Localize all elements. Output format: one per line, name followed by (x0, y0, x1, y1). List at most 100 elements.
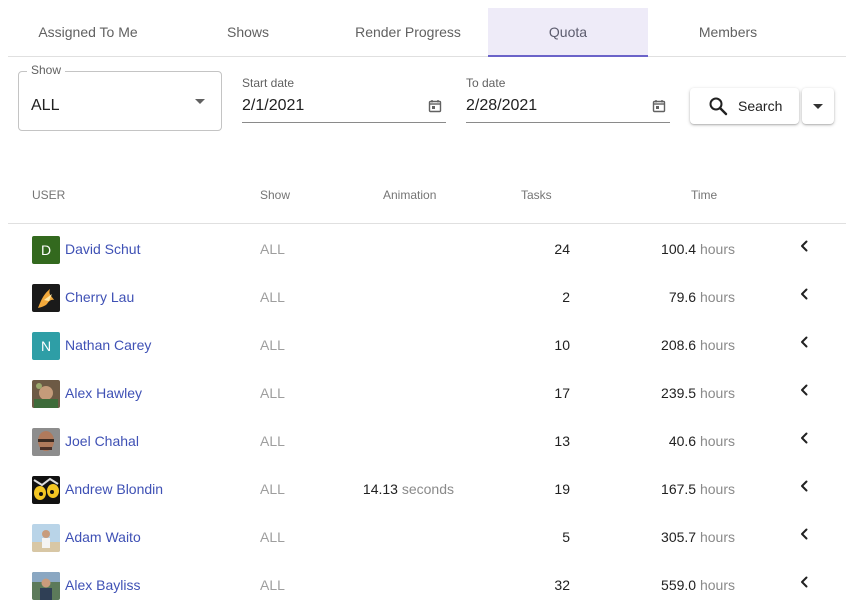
user-name-link[interactable]: Alex Hawley (65, 385, 142, 401)
avatar (32, 476, 60, 504)
to-date-value: 2/28/2021 (466, 97, 538, 114)
chevron-left-icon[interactable] (798, 335, 810, 349)
tasks-cell: 17 (554, 385, 570, 401)
search-button-label: Search (738, 98, 783, 114)
animation-cell: 14.13 seconds (338, 481, 454, 497)
tab-quota[interactable]: Quota (488, 8, 648, 57)
time-cell: 559.0 hours (608, 577, 735, 593)
tasks-cell: 32 (554, 577, 570, 593)
chevron-down-icon (195, 99, 205, 104)
time-unit: hours (699, 481, 735, 497)
table-row[interactable]: D David Schut ALL 24 100.4 hours (8, 224, 846, 272)
show-cell: ALL (260, 385, 285, 401)
table-header: USER Show Animation Tasks Time (8, 166, 846, 224)
calendar-icon[interactable] (428, 99, 442, 113)
tasks-cell: 13 (554, 433, 570, 449)
tab-assigned-to-me[interactable]: Assigned To Me (8, 8, 168, 56)
time-value: 167.5 (661, 481, 697, 497)
avatar (32, 284, 60, 312)
chevron-left-icon[interactable] (798, 575, 810, 589)
tab-bar: Assigned To Me Shows Render Progress Quo… (8, 8, 846, 57)
column-header-time: Time (691, 188, 718, 202)
user-name-link[interactable]: Alex Bayliss (65, 577, 140, 593)
table-row[interactable]: Cherry Lau ALL 2 79.6 hours (8, 272, 846, 320)
time-value: 239.5 (661, 385, 697, 401)
search-options-dropdown-button[interactable] (802, 88, 834, 124)
tasks-cell: 5 (562, 529, 570, 545)
chevron-left-icon[interactable] (798, 479, 810, 493)
table-row[interactable]: Andrew Blondin ALL 14.13 seconds 19 167.5 ho… (8, 464, 846, 512)
chevron-left-icon[interactable] (798, 383, 810, 397)
time-unit: hours (699, 337, 735, 353)
to-date-field[interactable]: To date 2/28/2021 (466, 76, 670, 123)
time-value: 100.4 (661, 241, 697, 257)
avatar (32, 428, 60, 456)
animation-unit: seconds (401, 481, 454, 497)
avatar (32, 572, 60, 600)
tab-members[interactable]: Members (648, 8, 808, 56)
show-cell: ALL (260, 289, 285, 305)
search-icon (709, 97, 728, 116)
time-unit: hours (699, 433, 735, 449)
time-value: 40.6 (668, 433, 697, 449)
time-value: 208.6 (661, 337, 697, 353)
show-select-label: Show (27, 63, 66, 77)
start-date-label: Start date (242, 76, 295, 90)
search-button[interactable]: Search (690, 88, 799, 124)
table-row[interactable]: Joel Chahal ALL 13 40.6 hours (8, 416, 846, 464)
chevron-left-icon[interactable] (798, 287, 810, 301)
table-row[interactable]: Alex Bayliss ALL 32 559.0 hours (8, 560, 846, 601)
to-date-label: To date (466, 76, 506, 90)
column-header-user: USER (32, 188, 66, 202)
user-name-link[interactable]: David Schut (65, 241, 140, 257)
chevron-left-icon[interactable] (798, 431, 810, 445)
chevron-left-icon[interactable] (798, 527, 810, 541)
time-cell: 239.5 hours (608, 385, 735, 401)
show-cell: ALL (260, 241, 285, 257)
tab-render-progress[interactable]: Render Progress (328, 8, 488, 56)
avatar: N (32, 332, 60, 360)
show-cell: ALL (260, 337, 285, 353)
tasks-cell: 2 (562, 289, 570, 305)
user-name-link[interactable]: Cherry Lau (65, 289, 134, 305)
user-name-link[interactable]: Nathan Carey (65, 337, 151, 353)
time-value: 79.6 (668, 289, 697, 305)
avatar (32, 380, 60, 408)
user-name-link[interactable]: Joel Chahal (65, 433, 139, 449)
time-unit: hours (699, 289, 735, 305)
show-cell: ALL (260, 481, 285, 497)
time-unit: hours (699, 577, 735, 593)
table-row[interactable]: N Nathan Carey ALL 10 208.6 hours (8, 320, 846, 368)
time-cell: 167.5 hours (608, 481, 735, 497)
time-unit: hours (699, 529, 735, 545)
table-row[interactable]: Adam Waito ALL 5 305.7 hours (8, 512, 846, 560)
avatar (32, 524, 60, 552)
show-cell: ALL (260, 577, 285, 593)
user-name-link[interactable]: Adam Waito (65, 529, 141, 545)
column-header-tasks: Tasks (521, 188, 552, 202)
chevron-left-icon[interactable] (798, 239, 810, 253)
tasks-cell: 24 (554, 241, 570, 257)
time-cell: 100.4 hours (608, 241, 735, 257)
animation-value: 14.13 (362, 481, 398, 497)
time-unit: hours (699, 241, 735, 257)
show-select-value: ALL (31, 97, 60, 114)
time-value: 559.0 (661, 577, 697, 593)
time-cell: 305.7 hours (608, 529, 735, 545)
user-name-link[interactable]: Andrew Blondin (65, 481, 163, 497)
avatar: D (32, 236, 60, 264)
tasks-cell: 19 (554, 481, 570, 497)
time-cell: 79.6 hours (608, 289, 735, 305)
tab-shows[interactable]: Shows (168, 8, 328, 56)
caret-down-icon (813, 104, 823, 109)
show-cell: ALL (260, 433, 285, 449)
start-date-field[interactable]: Start date 2/1/2021 (242, 76, 446, 123)
time-unit: hours (699, 385, 735, 401)
column-header-animation: Animation (383, 188, 437, 202)
time-cell: 208.6 hours (608, 337, 735, 353)
show-select[interactable]: Show ALL (18, 63, 222, 131)
table-row[interactable]: Alex Hawley ALL 17 239.5 hours (8, 368, 846, 416)
column-header-show: Show (260, 188, 291, 202)
time-value: 305.7 (661, 529, 697, 545)
calendar-icon[interactable] (652, 99, 666, 113)
